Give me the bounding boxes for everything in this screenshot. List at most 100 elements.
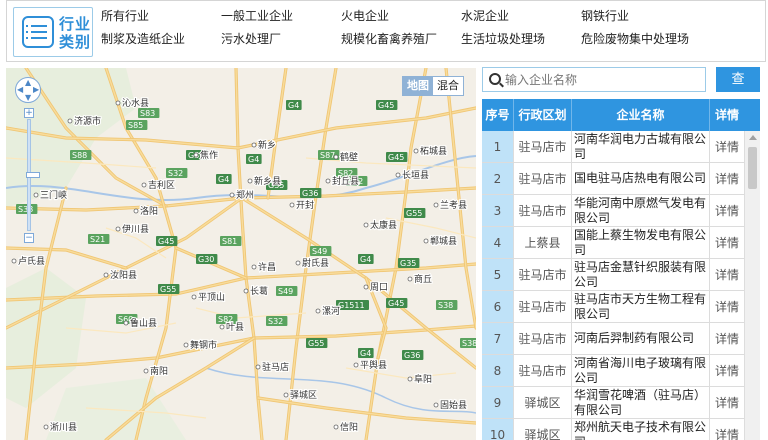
row-detail-link[interactable]: 详情 — [710, 323, 744, 354]
table-header: 序号 行政区划 企业名称 详情 — [482, 99, 760, 131]
row-number: 8 — [482, 355, 514, 386]
place-marker — [363, 284, 369, 290]
map-tab-hybrid[interactable]: 混合 — [433, 77, 463, 95]
place-marker — [395, 172, 401, 178]
place-marker — [191, 294, 197, 300]
row-detail-link[interactable]: 详情 — [710, 419, 744, 440]
scroll-thumb[interactable] — [748, 147, 757, 189]
row-company-name: 华能河南中原燃气发电有限公司 — [572, 195, 710, 226]
map-zoom-control: + − — [24, 108, 40, 244]
row-detail-link[interactable]: 详情 — [710, 163, 744, 194]
highway-label: G36 — [302, 189, 318, 198]
place-marker — [133, 208, 139, 214]
highway-label: G55 — [406, 209, 422, 218]
place-label: 尉氏县 — [302, 257, 329, 269]
place-label: 固始县 — [440, 399, 467, 411]
highway-label: G45 — [388, 153, 404, 162]
row-number: 6 — [482, 291, 514, 322]
industry-item[interactable]: 制浆及造纸企业 — [101, 32, 221, 46]
table-row: 10驿城区郑州航天电子技术有限公司详情 — [482, 419, 744, 440]
row-detail-link[interactable]: 详情 — [710, 195, 744, 226]
highway-label: S38 — [438, 301, 453, 310]
table-row: 9 驿城区 华润雪花啤酒（驻马店）有限公司 详情 — [482, 387, 744, 419]
row-region: 驻马店市 — [514, 131, 572, 162]
row-region: 驿城区 — [514, 419, 572, 440]
highway-label: S21 — [90, 235, 105, 244]
scroll-up-icon[interactable] — [749, 135, 757, 140]
table-row: 4 上蔡县 国能上蔡生物发电有限公司 详情 — [482, 227, 744, 259]
place-label: 鲁山县 — [130, 317, 157, 329]
pan-left-icon[interactable]: ◀ — [17, 86, 23, 94]
place-label: 太康县 — [370, 219, 397, 231]
pan-down-icon[interactable]: ▼ — [25, 94, 31, 102]
place-label: 漯河 — [322, 305, 340, 317]
industry-item[interactable]: 钢铁行业 — [581, 9, 701, 23]
zoom-in-button[interactable]: + — [24, 108, 34, 118]
row-region: 驻马店市 — [514, 259, 572, 290]
row-number: 5 — [482, 259, 514, 290]
search-icon — [489, 73, 501, 85]
map-view[interactable]: G4G45S83S85S88G30G4S87G45S32S82G4G35G36G… — [6, 68, 476, 440]
row-detail-link[interactable]: 详情 — [710, 355, 744, 386]
highway-label: G4 — [360, 255, 371, 264]
table-body: 1 驻马店市 河南华润电力古城有限公司 详情 2 驻马店市 国电驻马店热电有限公司 详情 3 驻马… — [482, 131, 744, 440]
place-marker — [67, 118, 73, 124]
zoom-slider-track[interactable] — [26, 119, 40, 231]
industry-item[interactable]: 生活垃圾处理场 — [461, 32, 581, 46]
row-detail-link[interactable]: 详情 — [710, 259, 744, 290]
row-region: 驿城区 — [514, 387, 572, 418]
map-canvas[interactable]: G4G45S83S85S88G30G4S87G45S32S82G4G35G36G… — [6, 68, 476, 440]
row-detail-link[interactable]: 详情 — [710, 227, 744, 258]
row-number: 7 — [482, 323, 514, 354]
place-label: 平顶山 — [198, 292, 225, 303]
company-search-input[interactable] — [505, 70, 703, 90]
place-label: 焦作 — [200, 149, 218, 161]
row-region: 驻马店市 — [514, 163, 572, 194]
industry-item[interactable]: 一般工业企业 — [221, 9, 341, 23]
highway-label: S32 — [268, 317, 283, 326]
search-button[interactable]: 查 询 — [716, 67, 760, 112]
row-detail-link[interactable]: 详情 — [710, 131, 744, 162]
pan-right-icon[interactable]: ▶ — [33, 86, 39, 94]
highway-label: G45 — [388, 299, 404, 308]
place-marker — [247, 178, 253, 184]
industry-item[interactable]: 火电企业 — [341, 9, 461, 23]
table-row: 7 驻马店市 河南后羿制药有限公司 详情 — [482, 323, 744, 355]
header-detail: 详情 — [714, 108, 739, 122]
place-label: 南阳 — [150, 365, 168, 377]
place-marker — [183, 342, 189, 348]
place-label: 济源市 — [74, 115, 101, 127]
map-pan-control[interactable]: ▲ ▼ ◀ ▶ — [15, 77, 41, 103]
industry-item[interactable]: 污水处理厂 — [221, 32, 341, 46]
place-marker — [325, 178, 331, 184]
map-tab-map[interactable]: 地图 — [403, 77, 433, 95]
zoom-slider-handle[interactable] — [26, 172, 40, 178]
highway-label: G4 — [288, 101, 299, 110]
industry-item[interactable]: 水泥企业 — [461, 9, 581, 23]
pan-up-icon[interactable]: ▲ — [25, 79, 31, 87]
table-scrollbar[interactable] — [744, 131, 760, 440]
row-detail-link[interactable]: 详情 — [710, 291, 744, 322]
place-marker — [295, 260, 301, 266]
highway-label: G1511 — [338, 301, 365, 310]
row-detail-link[interactable]: 详情 — [710, 387, 744, 418]
industry-item[interactable]: 危险废物集中处理场 — [581, 32, 701, 46]
row-company-name: 驻马店金慧针织服装有限公司 — [572, 259, 710, 290]
place-marker — [251, 142, 257, 148]
highway-label: S49 — [278, 287, 293, 296]
place-marker — [123, 320, 129, 326]
industry-item[interactable]: 所有行业 — [101, 9, 221, 23]
place-marker — [115, 226, 121, 232]
highway-label: S32 — [168, 169, 183, 178]
header-no: 序号 — [482, 99, 514, 131]
place-marker — [333, 154, 339, 160]
industry-item[interactable]: 规模化畜禽养殖厂 — [341, 32, 461, 46]
highway-label: S85 — [128, 121, 143, 130]
place-label: 新乡县 — [254, 175, 281, 187]
place-marker — [143, 368, 149, 374]
page-root: 行业类别 所有行业 一般工业企业 火电企业 水泥企业 钢铁行业 制浆及造纸企业 污水处理厂规… — [0, 0, 768, 440]
place-label: 舞钢市 — [190, 339, 217, 351]
zoom-out-button[interactable]: − — [24, 233, 34, 243]
row-number: 10 — [482, 419, 514, 440]
place-label: 商丘 — [414, 273, 432, 285]
